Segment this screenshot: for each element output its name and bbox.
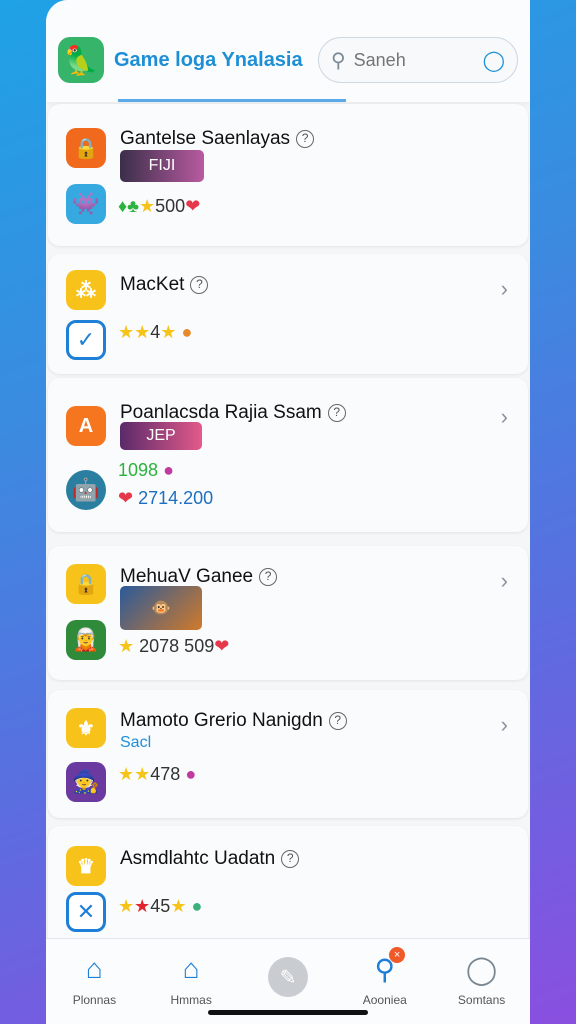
item-meta: ❤ 2714.200 <box>118 488 214 508</box>
game-avatar-icon: 🧝 <box>66 620 106 660</box>
search-icon: ⚲ <box>331 49 346 72</box>
nav-item-plonnas[interactable]: ⌂ Plonnas <box>54 953 134 1007</box>
item-meta: ★★4★ ● <box>118 322 193 342</box>
crown-icon: ♛ <box>66 846 106 886</box>
search-input[interactable] <box>353 49 475 71</box>
nav-item-aooniea[interactable]: ⚲ × Aooniea <box>345 947 425 1007</box>
app-title: Game loga Ynalasia <box>114 48 303 71</box>
chevron-right-icon[interactable]: › <box>501 568 508 594</box>
item-meta: 1098 ● <box>118 460 174 480</box>
user-icon[interactable]: ◯ <box>483 48 505 73</box>
app-logo-icon: 🦜 <box>58 37 104 83</box>
item-title: Asmdlahtc Uadatn <box>120 848 276 869</box>
info-icon[interactable]: ? <box>259 568 278 586</box>
game-thumbnail: 🐵 <box>120 586 202 630</box>
robot-avatar-icon: 🤖 <box>66 470 106 510</box>
cluster-icon: ⁂ <box>66 270 106 310</box>
info-icon[interactable]: ? <box>281 850 300 868</box>
info-icon[interactable]: ? <box>190 276 209 294</box>
home-icon: ⌂ <box>85 953 103 984</box>
tab-indicator <box>118 99 346 102</box>
chevron-right-icon[interactable]: › <box>501 712 508 738</box>
item-meta: ♦♣★500❤ <box>118 196 201 216</box>
list-item[interactable]: ♛ Asmdlahtc Uadatn? ✕ ★★45★ ● <box>48 826 528 956</box>
game-thumbnail: JEP <box>120 422 202 450</box>
tag-icon: A <box>66 406 106 446</box>
list-item[interactable]: 🔒 MehuaV Ganee? › 🐵 🧝 ★ 2078 509❤ <box>48 546 528 680</box>
lock-icon: 🔒 <box>66 128 106 168</box>
chevron-right-icon[interactable]: › <box>501 404 508 430</box>
game-thumbnail: FIJI <box>120 150 204 182</box>
app-screen: 🦜 Game loga Ynalasia ⚲ ◯ 🔒 Gantelse Saen… <box>46 0 530 1024</box>
fleur-icon: ⚜ <box>66 708 106 748</box>
item-title: Mamoto Grerio Nanigdn <box>120 710 323 731</box>
nav-item-edit[interactable]: ✎ <box>248 953 328 997</box>
search-icon: ⚲ × <box>375 947 406 987</box>
list-item[interactable]: 🔒 Gantelse Saenlayas? FIJI 👾 ♦♣★500❤ <box>48 104 528 246</box>
item-title: Gantelse Saenlayas <box>120 128 291 149</box>
home-indicator <box>208 1010 368 1015</box>
notification-badge: × <box>389 947 406 963</box>
item-meta: ★ 2078 509❤ <box>118 636 230 656</box>
item-title: Poanlacsda Rajia Ssam <box>120 402 322 423</box>
user-icon: ◯ <box>465 954 498 985</box>
home-icon: ⌂ <box>182 953 200 984</box>
check-icon: ✓ <box>66 320 106 360</box>
nav-item-hmmas[interactable]: ⌂ Hmmas <box>151 953 231 1007</box>
game-avatar-icon: 👾 <box>66 184 106 224</box>
game-avatar-icon: 🧙 <box>66 762 106 802</box>
nav-item-somtans[interactable]: ◯ Somtans <box>442 953 522 1007</box>
item-title: MacKet <box>120 274 185 295</box>
item-meta: ★★478 ● <box>118 764 197 784</box>
close-icon: ✕ <box>66 892 106 932</box>
info-icon[interactable]: ? <box>328 712 347 730</box>
info-icon[interactable]: ? <box>327 404 346 422</box>
item-meta: ★★45★ ● <box>118 896 203 916</box>
info-icon[interactable]: ? <box>296 130 315 148</box>
list-item[interactable]: ⁂ MacKet? › ✓ ★★4★ ● <box>48 254 528 374</box>
list-item[interactable]: ⚜ Mamoto Grerio Nanigdn? › Sacl 🧙 ★★478 … <box>48 690 528 818</box>
edit-icon: ✎ <box>267 957 308 997</box>
item-title: MehuaV Ganee <box>120 566 254 587</box>
item-tagline: Sacl <box>120 734 152 751</box>
search-box[interactable]: ⚲ ◯ <box>318 37 518 83</box>
list-item[interactable]: A Poanlacsda Rajia Ssam? › JEP 1098 ● 🤖 … <box>48 378 528 532</box>
app-header: 🦜 Game loga Ynalasia ⚲ ◯ <box>46 0 530 102</box>
chevron-right-icon[interactable]: › <box>501 276 508 302</box>
lock-icon: 🔒 <box>66 564 106 604</box>
